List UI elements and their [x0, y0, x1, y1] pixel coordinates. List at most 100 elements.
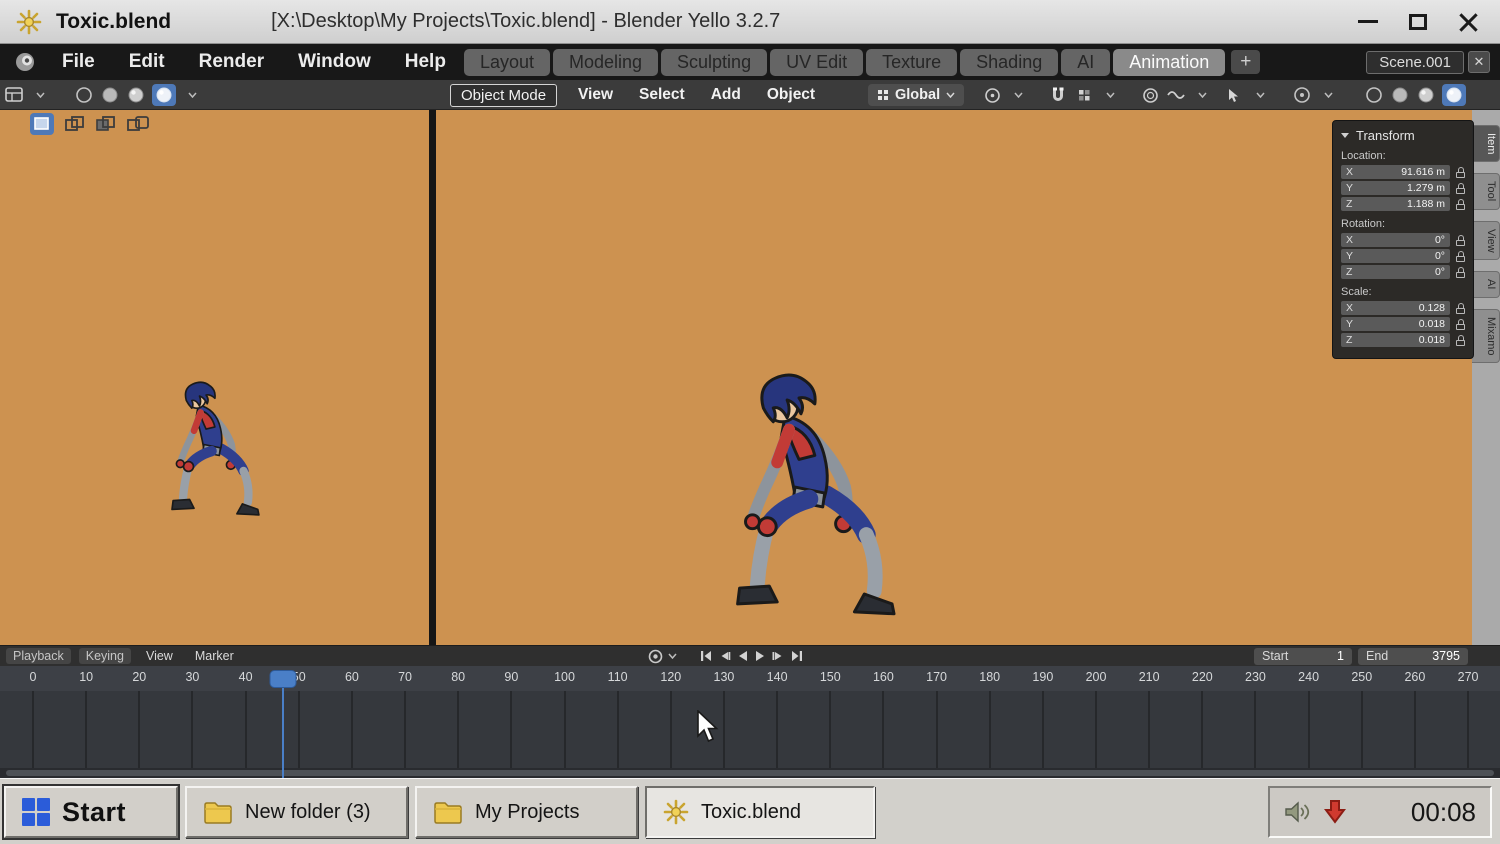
chevron-down-icon[interactable] [1008, 84, 1028, 106]
lock-icon[interactable] [1456, 319, 1465, 330]
start-frame-field[interactable]: Start 1 [1254, 648, 1352, 665]
editor-divider[interactable] [429, 110, 436, 645]
maximize-button[interactable] [1400, 7, 1436, 37]
end-frame-field[interactable]: End 3795 [1358, 648, 1468, 665]
object-mode-dropdown[interactable]: Object Mode [450, 84, 557, 107]
lock-icon[interactable] [1456, 183, 1465, 194]
location-y-field[interactable]: Y1.279 m [1341, 181, 1450, 195]
overlays-icon[interactable] [1292, 84, 1312, 106]
lock-icon[interactable] [1456, 251, 1465, 262]
play-button[interactable] [754, 648, 767, 664]
rotation-z-field[interactable]: Z0° [1341, 265, 1450, 279]
lock-icon[interactable] [1456, 335, 1465, 346]
playhead-handle[interactable] [269, 670, 296, 688]
taskbar-item-my-projects[interactable]: My Projects [415, 786, 638, 838]
transform-orientation-dropdown[interactable]: Global [868, 84, 964, 106]
blender-app-icon[interactable] [14, 51, 36, 73]
jump-next-keyframe-button[interactable] [772, 648, 785, 664]
volume-icon[interactable] [1284, 800, 1311, 824]
chevron-down-icon[interactable] [1318, 84, 1338, 106]
start-button[interactable]: Start [4, 786, 178, 838]
sidebar-tab-tool[interactable]: Tool [1472, 173, 1500, 209]
viewport-main[interactable] [435, 110, 1472, 645]
snap-magnet-icon[interactable] [1048, 84, 1068, 106]
workspace-tab-animation[interactable]: Animation [1113, 49, 1225, 76]
lock-icon[interactable] [1456, 167, 1465, 178]
workspace-tab-sculpting[interactable]: Sculpting [661, 49, 767, 76]
lock-icon[interactable] [1456, 199, 1465, 210]
chevron-down-icon[interactable] [182, 84, 202, 106]
overlay-toggle-icon[interactable] [96, 113, 116, 135]
select-menu[interactable]: Select [639, 86, 685, 104]
scale-y-field[interactable]: Y0.018 [1341, 317, 1450, 331]
xray-toggle-icon[interactable] [1364, 84, 1384, 106]
jump-to-start-button[interactable] [699, 648, 713, 664]
lock-icon[interactable] [1456, 303, 1465, 314]
jump-prev-keyframe-button[interactable] [718, 648, 731, 664]
workspace-tab-layout[interactable]: Layout [464, 49, 550, 76]
marker-menu[interactable]: Marker [188, 648, 241, 664]
add-workspace-button[interactable]: + [1231, 50, 1260, 74]
close-button[interactable] [1450, 7, 1486, 37]
pivot-point-icon[interactable] [982, 84, 1002, 106]
timeline-ruler[interactable]: 0102030405060708090100110120130140150160… [0, 666, 1500, 691]
scene-name-field[interactable]: Scene.001 [1366, 51, 1464, 74]
shading-rendered-icon[interactable] [152, 84, 176, 106]
shading-wireframe-icon[interactable] [74, 84, 94, 106]
sidebar-tab-mixamo[interactable]: Mixamo [1472, 309, 1500, 364]
shading-wireframe-icon[interactable] [1390, 84, 1410, 106]
chevron-down-icon[interactable] [1100, 84, 1120, 106]
snap-settings-icon[interactable] [1074, 84, 1094, 106]
shading-material-icon[interactable] [1442, 84, 1466, 106]
transform-panel-header[interactable]: Transform [1341, 128, 1465, 143]
rotation-x-field[interactable]: X0° [1341, 233, 1450, 247]
taskbar-item-toxic-blend[interactable]: Toxic.blend [645, 786, 875, 838]
overlay-toggle-icon[interactable] [127, 113, 149, 135]
sidebar-tab-view[interactable]: View [1472, 221, 1500, 261]
minimize-button[interactable] [1350, 7, 1386, 37]
scene-unlink-button[interactable]: ✕ [1468, 51, 1490, 73]
shading-solid-icon[interactable] [1416, 84, 1436, 106]
render-menu[interactable]: Render [199, 51, 264, 73]
edit-menu[interactable]: Edit [129, 51, 165, 73]
chevron-down-icon[interactable] [668, 648, 677, 664]
sidebar-tab-item[interactable]: Item [1472, 125, 1500, 162]
timeline-track-area[interactable] [0, 691, 1500, 778]
download-tray-icon[interactable] [1323, 799, 1347, 825]
file-menu[interactable]: File [62, 51, 95, 73]
workspace-tab-ai[interactable]: AI [1061, 49, 1110, 76]
object-menu[interactable]: Object [767, 86, 815, 104]
view-menu[interactable]: View [139, 648, 180, 664]
lock-icon[interactable] [1456, 267, 1465, 278]
window-menu[interactable]: Window [298, 51, 371, 73]
location-x-field[interactable]: X91.616 m [1341, 165, 1450, 179]
auto-keying-button[interactable] [648, 648, 663, 664]
workspace-tab-uv-edit[interactable]: UV Edit [770, 49, 863, 76]
taskbar-clock[interactable]: 00:08 [1411, 797, 1476, 828]
overlay-toggle-icon[interactable] [65, 113, 85, 135]
jump-to-end-button[interactable] [790, 648, 804, 664]
chevron-down-icon[interactable] [30, 84, 50, 106]
add-menu[interactable]: Add [711, 86, 741, 104]
playback-menu[interactable]: Playback [6, 648, 71, 664]
location-z-field[interactable]: Z1.188 m [1341, 197, 1450, 211]
gizmo-icon[interactable] [1224, 84, 1244, 106]
workspace-tab-texture[interactable]: Texture [866, 49, 957, 76]
editor-type-icon[interactable] [4, 84, 24, 106]
proportional-editing-icon[interactable] [1140, 84, 1160, 106]
character-model-small[interactable] [150, 370, 260, 530]
overlay-toggle-active-icon[interactable] [30, 113, 54, 135]
play-reverse-button[interactable] [736, 648, 749, 664]
sidebar-tab-ai[interactable]: AI [1472, 271, 1500, 297]
help-menu[interactable]: Help [405, 51, 446, 73]
shading-solid-icon[interactable] [100, 84, 120, 106]
chevron-down-icon[interactable] [1192, 84, 1212, 106]
proportional-falloff-icon[interactable] [1166, 84, 1186, 106]
taskbar-item-new-folder[interactable]: New folder (3) [185, 786, 408, 838]
mode-selector[interactable]: Object Mode [450, 80, 557, 110]
character-model-large[interactable] [698, 368, 896, 626]
scale-z-field[interactable]: Z0.018 [1341, 333, 1450, 347]
timeline-scrollbar[interactable] [6, 770, 1494, 776]
scale-x-field[interactable]: X0.128 [1341, 301, 1450, 315]
keying-menu[interactable]: Keying [79, 648, 131, 664]
